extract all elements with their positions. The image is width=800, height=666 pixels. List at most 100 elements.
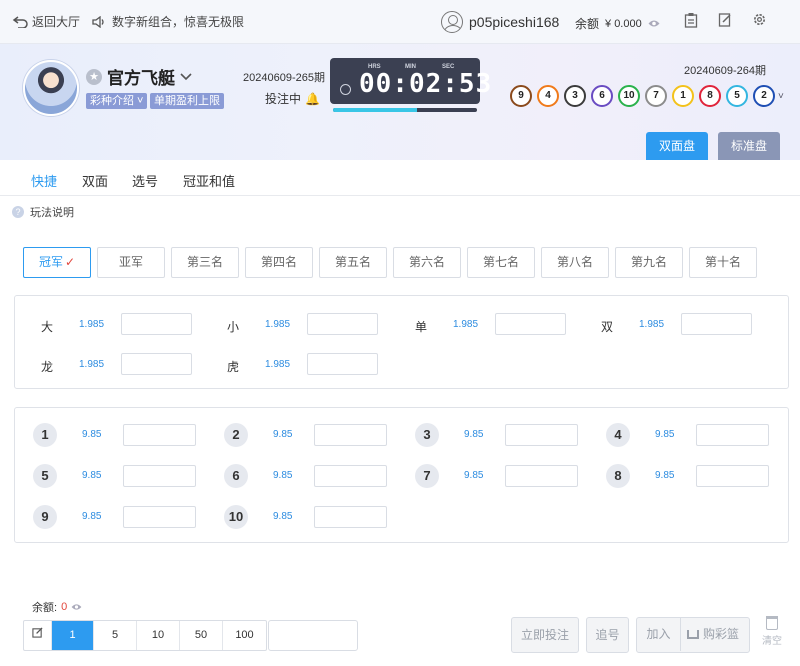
- bet-amount-field[interactable]: [121, 313, 192, 335]
- back-label: 返回大厅: [32, 15, 81, 29]
- number-odds: 9.85: [273, 511, 293, 522]
- chip-5[interactable]: 5: [94, 621, 137, 650]
- number-ball[interactable]: 7: [415, 464, 439, 488]
- bet-amount-field[interactable]: [123, 465, 196, 487]
- announcement[interactable]: 数字新组合，惊喜无极限: [92, 13, 244, 30]
- tab-standard[interactable]: 标准盘: [718, 132, 780, 160]
- bet-amount-input[interactable]: [268, 620, 358, 651]
- last-period: 20240609-264期: [684, 65, 766, 77]
- edit-icon: [32, 627, 43, 638]
- result-ball: 9: [510, 85, 532, 107]
- number-ball[interactable]: 6: [224, 464, 248, 488]
- number-odds: 9.85: [273, 429, 293, 440]
- chase-button[interactable]: 追号: [586, 617, 629, 653]
- game-avatar: [23, 60, 79, 116]
- star-icon[interactable]: ★: [86, 68, 102, 85]
- bet-amount-field[interactable]: [505, 465, 578, 487]
- position-tab[interactable]: 第四名: [245, 247, 313, 278]
- speaker-icon: [92, 15, 104, 28]
- position-tab[interactable]: 第八名: [541, 247, 609, 278]
- balance-label: 余额: [575, 17, 600, 31]
- number-ball[interactable]: 5: [33, 464, 57, 488]
- tab-two-sided[interactable]: 双面盘: [646, 132, 708, 160]
- bet-amount-field[interactable]: [314, 424, 387, 446]
- position-tab[interactable]: 冠军 ✓: [23, 247, 91, 278]
- position-tab[interactable]: 第三名: [171, 247, 239, 278]
- bet-amount-field[interactable]: [307, 313, 378, 335]
- eye-icon[interactable]: [71, 603, 82, 611]
- bet-option-odds: 1.985: [79, 359, 105, 370]
- announcement-text: 数字新组合，惊喜无极限: [112, 15, 245, 29]
- number-option: 10 9.85: [224, 505, 387, 529]
- position-tab-label: 冠军: [38, 255, 63, 269]
- chip-selector: 1 5 10 50 100: [23, 620, 267, 651]
- bet-option: 单 1.985: [415, 313, 566, 336]
- position-tab[interactable]: 第七名: [467, 247, 535, 278]
- cart-button[interactable]: 购彩篮: [687, 617, 739, 651]
- number-option: 2 9.85: [224, 423, 387, 447]
- tab-sum[interactable]: 冠亚和值: [183, 171, 235, 190]
- position-tab[interactable]: 第五名: [319, 247, 387, 278]
- bet-now-button[interactable]: 立即投注: [511, 617, 579, 653]
- bet-amount-field[interactable]: [121, 353, 192, 375]
- number-panel: 1 9.85 2 9.85 3 9.85 4 9.85 5 9.85 6 9.85 7 9.85 8 9.85…: [14, 407, 789, 543]
- back-to-lobby-link[interactable]: 返回大厅: [12, 13, 80, 30]
- edit-note-icon[interactable]: [718, 12, 732, 28]
- chip-1[interactable]: 1: [52, 621, 94, 650]
- chevron-down-icon[interactable]: ˅: [778, 91, 784, 102]
- bet-amount-field[interactable]: [314, 506, 387, 528]
- rules-link[interactable]: ? 玩法说明: [12, 204, 74, 220]
- bet-amount-field[interactable]: [123, 424, 196, 446]
- gear-icon[interactable]: [752, 12, 767, 27]
- number-odds: 9.85: [464, 470, 484, 481]
- bell-icon: 🔔: [305, 91, 320, 106]
- number-option: 8 9.85: [606, 464, 769, 488]
- countdown-digits: 00:02:53: [359, 69, 493, 99]
- result-ball: 8: [699, 85, 721, 107]
- number-ball[interactable]: 4: [606, 423, 630, 447]
- number-ball[interactable]: 8: [606, 464, 630, 488]
- clear-button[interactable]: 清空: [760, 616, 784, 647]
- position-tab[interactable]: 第十名: [689, 247, 757, 278]
- game-title-selector[interactable]: ★ 官方飞艇: [86, 64, 192, 89]
- chip-10[interactable]: 10: [137, 621, 180, 650]
- number-ball[interactable]: 3: [415, 423, 439, 447]
- bet-amount-field[interactable]: [123, 506, 196, 528]
- trash-icon: [766, 616, 778, 630]
- tab-pick-number[interactable]: 选号: [132, 171, 158, 190]
- clipboard-icon[interactable]: [684, 12, 698, 28]
- return-arrow-icon: [12, 15, 28, 28]
- number-ball[interactable]: 9: [33, 505, 57, 529]
- position-tab-label: 第三名: [186, 255, 223, 269]
- bet-amount-field[interactable]: [314, 465, 387, 487]
- play-type-nav: 快捷 双面 选号 冠亚和值: [0, 160, 800, 196]
- bet-option-odds: 1.985: [265, 319, 291, 330]
- bet-amount-field[interactable]: [681, 313, 752, 335]
- bet-amount-field[interactable]: [696, 465, 769, 487]
- position-tab[interactable]: 第六名: [393, 247, 461, 278]
- bet-option-name: 小: [227, 319, 240, 334]
- number-ball[interactable]: 1: [33, 423, 57, 447]
- bet-amount-field[interactable]: [505, 424, 578, 446]
- user-menu[interactable]: p05piceshi168: [441, 11, 559, 33]
- position-tab[interactable]: 亚军: [97, 247, 165, 278]
- bet-option: 龙 1.985: [41, 353, 192, 376]
- chip-50[interactable]: 50: [180, 621, 223, 650]
- current-period: 20240609-265期: [243, 72, 325, 84]
- bet-amount-field[interactable]: [495, 313, 566, 335]
- number-ball[interactable]: 2: [224, 423, 248, 447]
- position-tab[interactable]: 第九名: [615, 247, 683, 278]
- tab-quick[interactable]: 快捷: [31, 171, 57, 190]
- bet-amount-field[interactable]: [307, 353, 378, 375]
- chip-100[interactable]: 100: [223, 621, 266, 650]
- add-button[interactable]: 加入: [637, 617, 681, 651]
- bet-option-odds: 1.985: [265, 359, 291, 370]
- eye-icon[interactable]: [648, 19, 660, 28]
- number-odds: 9.85: [655, 429, 675, 440]
- number-ball[interactable]: 10: [224, 505, 248, 529]
- bet-amount-field[interactable]: [696, 424, 769, 446]
- tab-two-sided-play[interactable]: 双面: [82, 171, 108, 190]
- profit-limit-tag[interactable]: 单期盈利上限: [150, 93, 224, 109]
- edit-chips-button[interactable]: [24, 621, 52, 650]
- game-intro-tag[interactable]: 彩种介绍 ˅: [86, 93, 148, 109]
